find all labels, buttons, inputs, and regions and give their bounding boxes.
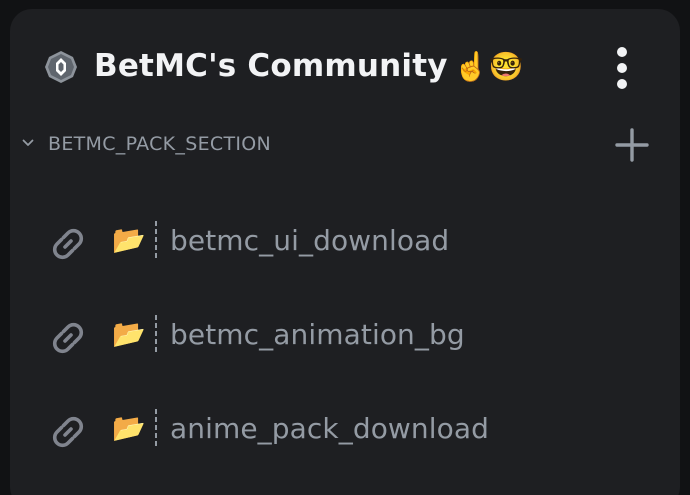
vertical-ellipsis-dot [617, 79, 627, 89]
link-icon [52, 322, 84, 354]
server-name[interactable]: BetMC's Community ☝️🤓 [94, 43, 524, 90]
category-label[interactable]: BETMC_PACK_SECTION [48, 131, 271, 157]
link-icon [52, 228, 84, 260]
channel-category[interactable]: BETMC_PACK_SECTION [10, 125, 680, 165]
folder-icon: 📂 [112, 413, 146, 444]
channel-name: betmc_animation_bg [170, 318, 465, 351]
vertical-ellipsis-icon [617, 47, 627, 57]
server-menu-button[interactable] [602, 44, 642, 92]
channel-separator [155, 221, 157, 261]
channel-item[interactable]: 📂 betmc_animation_bg [38, 308, 658, 364]
server-header[interactable]: BetMC's Community ☝️🤓 [10, 9, 680, 125]
link-icon [52, 416, 84, 448]
server-sidebar-panel: BetMC's Community ☝️🤓 BETMC_PACK_SECTION … [10, 9, 680, 495]
channel-item[interactable]: 📂 betmc_ui_download [38, 214, 658, 270]
folder-icon: 📂 [112, 319, 146, 350]
vertical-ellipsis-dot [617, 63, 627, 73]
folder-icon: 📂 [112, 225, 146, 256]
chevron-down-icon[interactable] [21, 136, 35, 150]
channel-separator [155, 409, 157, 449]
server-name-emoji: ☝️🤓 [453, 50, 524, 83]
plus-icon[interactable] [614, 127, 650, 163]
channel-name: anime_pack_download [170, 412, 490, 445]
channel-separator [155, 315, 157, 355]
channel-name: betmc_ui_download [170, 224, 450, 257]
server-boost-badge-icon [45, 51, 77, 83]
channel-item[interactable]: 📂 anime_pack_download [38, 402, 658, 458]
server-name-text: BetMC's Community [94, 48, 448, 84]
